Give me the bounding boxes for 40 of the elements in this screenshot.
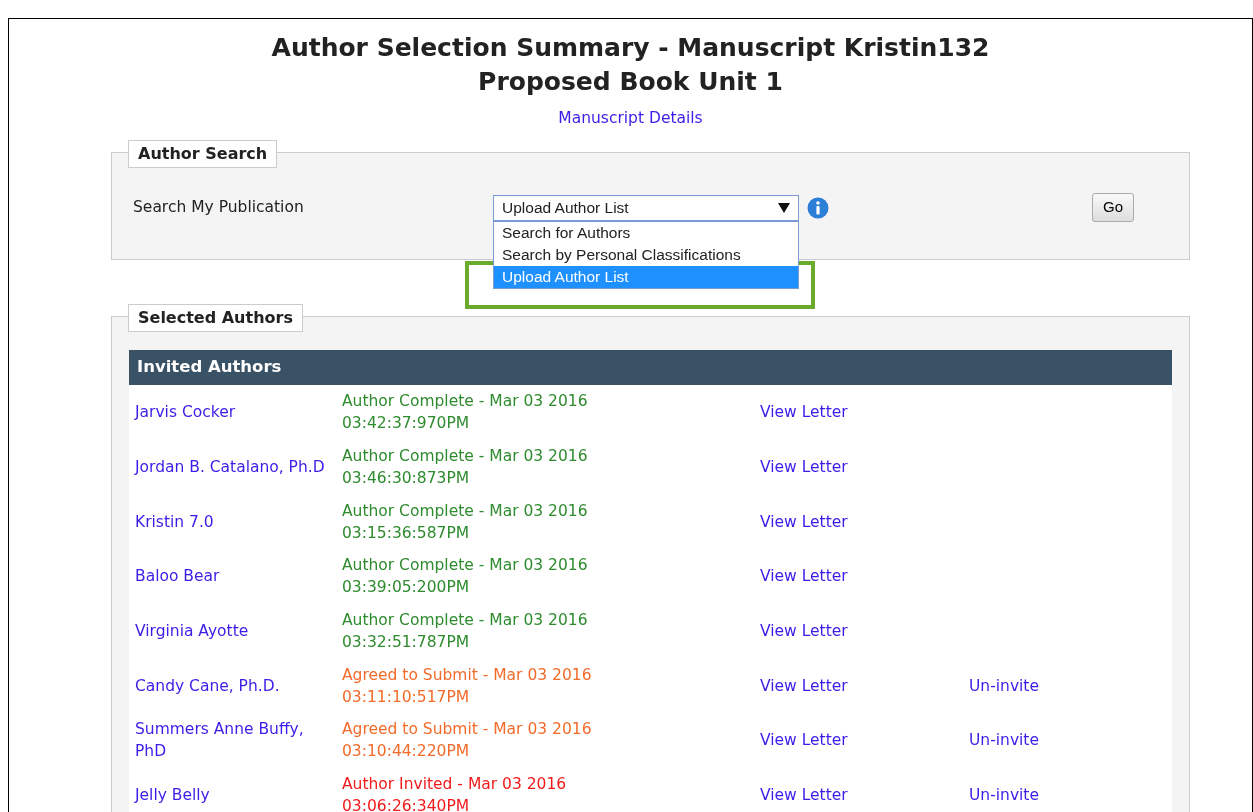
view-letter-link[interactable]: View Letter (760, 565, 848, 588)
info-icon[interactable] (807, 196, 829, 219)
author-name-link[interactable]: Candy Cane, Ph.D. (135, 674, 342, 697)
panel-legend: Selected Authors (128, 304, 303, 333)
status-text: Author Complete - Mar 03 2016 03:32:51:787PM (342, 610, 589, 654)
manuscript-details-link[interactable]: Manuscript Details (558, 109, 703, 127)
status-text: Agreed to Submit - Mar 03 2016 03:11:10:517PM (342, 664, 593, 708)
search-label: Search My Publication (133, 196, 305, 218)
author-name-link[interactable]: Jordan B. Catalano, Ph.D (135, 456, 342, 479)
author-name-link[interactable]: Summers Anne Buffy, PhD (135, 718, 342, 763)
table-header: Invited Authors (129, 350, 1172, 385)
status-text: Author Invited - Mar 03 2016 03:06:26:340PM (342, 774, 568, 812)
author-name-link[interactable]: Virginia Ayotte (135, 620, 342, 643)
dropdown-option[interactable]: Search for Authors (494, 221, 798, 244)
page-title: Proposed Book Unit 1 (477, 66, 784, 98)
view-letter-link[interactable]: View Letter (760, 620, 848, 643)
view-letter-link[interactable]: View Letter (760, 729, 848, 752)
author-name-link[interactable]: Jarvis Cocker (135, 401, 342, 424)
view-letter-link[interactable]: View Letter (760, 401, 848, 424)
uninvite-link[interactable]: Un-invite (969, 674, 1039, 697)
status-text: Author Complete - Mar 03 2016 03:46:30:873PM (342, 446, 589, 490)
uninvite-link[interactable]: Un-invite (969, 784, 1039, 807)
view-letter-link[interactable]: View Letter (760, 456, 848, 479)
dropdown-option[interactable]: Search by Personal Classifications (494, 243, 798, 266)
view-letter-link[interactable]: View Letter (760, 674, 848, 697)
page-title: Author Selection Summary - Manuscript Kristin132 (270, 32, 991, 64)
view-letter-link[interactable]: View Letter (760, 510, 848, 533)
status-text: Author Complete - Mar 03 2016 03:42:37:970PM (342, 391, 589, 435)
author-name-link[interactable]: Jelly Belly (135, 784, 342, 807)
go-button[interactable]: Go (1092, 193, 1134, 222)
panel-legend: Author Search (128, 140, 278, 169)
view-letter-link[interactable]: View Letter (760, 784, 848, 807)
uninvite-link[interactable]: Un-invite (969, 729, 1039, 752)
author-name-link[interactable]: Kristin 7.0 (135, 510, 342, 533)
author-name-link[interactable]: Baloo Bear (135, 565, 342, 588)
status-text: Author Complete - Mar 03 2016 03:15:36:587PM (342, 500, 589, 544)
status-text: Author Complete - Mar 03 2016 03:39:05:200PM (342, 555, 589, 599)
caret-icon (778, 202, 790, 213)
status-text: Agreed to Submit - Mar 03 2016 03:10:44:220PM (342, 719, 593, 763)
select-field[interactable]: Upload Author List (493, 194, 799, 221)
